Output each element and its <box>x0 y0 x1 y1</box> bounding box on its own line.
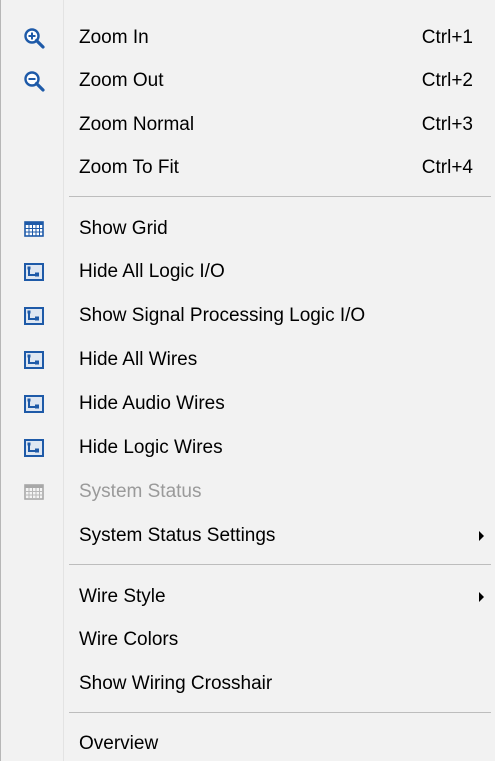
menu-item-system-status: System Status <box>1 472 495 512</box>
wires-icon <box>23 393 45 415</box>
logic-io-icon <box>23 261 45 283</box>
menu-item-shortcut: Ctrl+3 <box>421 114 473 135</box>
menu-item-shortcut: Ctrl+4 <box>421 157 473 178</box>
menu-item-label: Show Grid <box>79 218 168 239</box>
menu-item-label: Hide Logic Wires <box>79 437 223 458</box>
menu-item-zoom-to-fit[interactable]: Zoom To Fit Ctrl+4 <box>1 148 495 188</box>
menu-item-show-grid[interactable]: Show Grid <box>1 209 495 249</box>
menu-separator <box>69 564 491 565</box>
menu-item-zoom-normal[interactable]: Zoom Normal Ctrl+3 <box>1 105 495 145</box>
grid-icon <box>23 218 45 240</box>
menu-item-hide-logic-wires[interactable]: Hide Logic Wires <box>1 428 495 468</box>
menu-item-label: Zoom Out <box>79 70 164 91</box>
menu-item-label: Show Signal Processing Logic I/O <box>79 305 366 326</box>
zoom-in-icon <box>23 27 45 49</box>
menu-item-zoom-in[interactable]: Zoom In Ctrl+1 <box>1 18 495 58</box>
menu-item-label: Overview <box>79 733 159 754</box>
menu-item-label: System Status <box>79 481 202 502</box>
menu-item-label: Hide Audio Wires <box>79 393 225 414</box>
menu-item-hide-audio-wires[interactable]: Hide Audio Wires <box>1 384 495 424</box>
menu-item-hide-all-logic-io[interactable]: Hide All Logic I/O <box>1 252 495 292</box>
menu-item-show-wiring-crosshair[interactable]: Show Wiring Crosshair <box>1 664 495 704</box>
menu-item-show-signal-processing-logic-io[interactable]: Show Signal Processing Logic I/O <box>1 296 495 336</box>
submenu-arrow-icon <box>479 592 484 602</box>
menu-item-label: Zoom In <box>79 27 149 48</box>
menu-item-zoom-out[interactable]: Zoom Out Ctrl+2 <box>1 61 495 101</box>
logic-io-icon <box>23 305 45 327</box>
system-status-icon <box>23 481 45 503</box>
menu-item-label: System Status Settings <box>79 525 276 546</box>
menu-item-shortcut: Ctrl+2 <box>421 70 473 91</box>
menu-item-overview[interactable]: Overview <box>1 724 495 764</box>
submenu-arrow-icon <box>479 531 484 541</box>
menu-item-system-status-settings[interactable]: System Status Settings <box>1 516 495 556</box>
context-menu: Zoom In Ctrl+1 Zoom Out Ctrl+2 Zoom Norm… <box>0 0 495 761</box>
wires-icon <box>23 349 45 371</box>
menu-item-label: Zoom To Fit <box>79 157 179 178</box>
menu-item-label: Zoom Normal <box>79 114 195 135</box>
menu-item-label: Wire Colors <box>79 629 179 650</box>
menu-item-wire-style[interactable]: Wire Style <box>1 577 495 617</box>
menu-item-label: Hide All Logic I/O <box>79 261 225 282</box>
menu-item-label: Hide All Wires <box>79 349 198 370</box>
wires-icon <box>23 437 45 459</box>
menu-item-label: Show Wiring Crosshair <box>79 673 273 694</box>
menu-item-shortcut: Ctrl+1 <box>421 27 473 48</box>
menu-item-wire-colors[interactable]: Wire Colors <box>1 620 495 660</box>
menu-item-label: Wire Style <box>79 586 166 607</box>
zoom-out-icon <box>23 70 45 92</box>
menu-separator <box>69 196 491 197</box>
menu-item-hide-all-wires[interactable]: Hide All Wires <box>1 340 495 380</box>
menu-separator <box>69 712 491 713</box>
